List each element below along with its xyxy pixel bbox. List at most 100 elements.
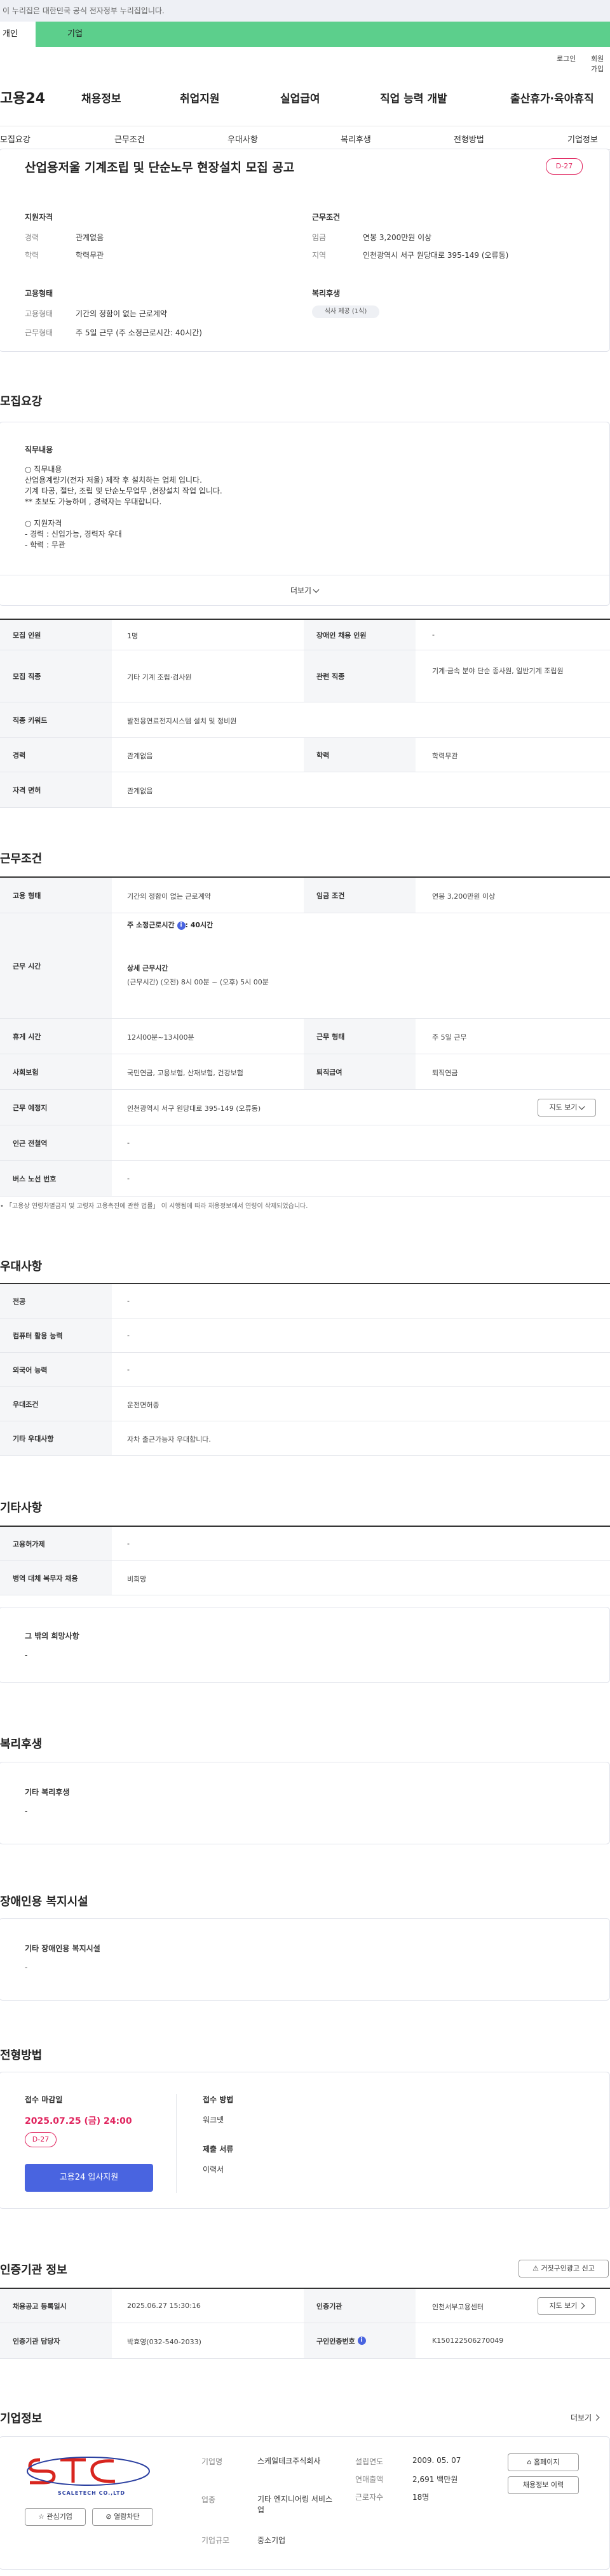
duty-line: ○ 직무내용 [25, 465, 62, 474]
table-row: 직종 키워드 발전용연료전지시스템 설치 및 정비원 [0, 702, 610, 738]
info-icon[interactable]: i [177, 921, 186, 930]
table-row: 사회보험 국민연금, 고용보험, 산재보험, 건강보험 퇴직급여 퇴직연금 [0, 1054, 610, 1090]
company-logo: SCALETECH CO.,LTD [25, 2455, 158, 2496]
selection-card: 접수 마감일 2025.07.25 (금) 24:00 D-27 고용24 입사… [0, 2072, 610, 2209]
table-header: 경력 [0, 738, 112, 772]
gnb-parental-leave[interactable]: 출산휴가·육아휴직 [510, 90, 594, 105]
table-header: 근무 시간 [0, 913, 112, 1018]
table-row: 병역 대체 복무자 채용 비희망 [0, 1561, 610, 1595]
table-header: 근무 예정지 [0, 1090, 112, 1125]
staff-key: 근로자수 [355, 2493, 384, 2502]
cond-key: 지역 [312, 251, 327, 260]
age-footnote-text: 「고용상 연령차별금지 및 고령자 고용촉진에 관한 법률」 이 시행됨에 따라… [6, 1203, 308, 1210]
table-cell: 2025.06.27 15:30:16 [127, 2302, 201, 2310]
table-header: 장애인 채용 인원 [304, 620, 416, 650]
duty-line: ○ 지원자격 [25, 519, 62, 528]
age-footnote: • 「고용상 연령차별금지 및 고령자 고용촉진에 관한 법률」 이 시행됨에 … [0, 1203, 308, 1210]
jobs-history-button[interactable]: 채용정보 이력 [508, 2476, 579, 2494]
job-title: 산업용저울 기계조립 및 단순노무 현장설치 모집 공고 [25, 161, 295, 175]
tab-personal[interactable]: 개인 [0, 22, 36, 47]
disability-card: 기타 장애인용 복지시설 - [0, 1918, 610, 2001]
docs-value: 이력서 [203, 2165, 224, 2174]
company-more-link[interactable]: 더보기 [571, 2412, 600, 2423]
table-header: 휴게 시간 [0, 1019, 112, 1054]
duty-card: 직무내용 ○ 직무내용 산업용계량기(전자 저울) 제작 후 설치하는 업체 입… [0, 422, 610, 606]
job-summary-card: 산업용저울 기계조립 및 단순노무 현장설치 모집 공고 D-27 지원자격 경… [0, 149, 610, 352]
dday-badge: D-27 [25, 2132, 57, 2147]
company-logo-subtext: SCALETECH CO.,LTD [57, 2490, 126, 2496]
agency-map-button[interactable]: 지도 보기 [538, 2297, 596, 2315]
nav-company[interactable]: 기업정보 [567, 133, 598, 145]
more-button[interactable]: 더보기 [0, 575, 609, 605]
gnb-unemployment-benefit[interactable]: 실업급여 [280, 90, 320, 105]
map-button-label: 지도 보기 [549, 1103, 578, 1111]
table-row: 외국어 능력 - [0, 1353, 610, 1387]
table-row: 인증기관 담당자 박효영(032-540-2033) 구인인증번호 i K150… [0, 2323, 610, 2359]
staff-value: 18명 [412, 2493, 430, 2502]
other-wish-value: - [25, 1651, 28, 1660]
nav-benefit[interactable]: 복리후생 [341, 133, 371, 145]
site-logo[interactable]: 고용24 [0, 87, 45, 107]
nav-recruit[interactable]: 모집요강 [0, 133, 30, 145]
emp-value: 주 5일 근무 (주 소정근로시간: 40시간) [76, 328, 202, 337]
table-header: 근무 형태 [304, 1019, 416, 1054]
table-header: 채용공고 등록일시 [0, 2289, 112, 2323]
tab-company[interactable]: 기업 [36, 22, 610, 47]
table-cell: 관계없음 [127, 752, 153, 760]
table-cell: - [127, 1365, 130, 1374]
table-header: 모집 직종 [0, 650, 112, 702]
table-header: 인증기관 [304, 2289, 416, 2323]
benefit-card: 기타 복리후생 - [0, 1762, 610, 1844]
section-title-workcond: 근무조건 [0, 852, 43, 866]
duty-content: ○ 직무내용 산업용계량기(전자 저울) 제작 후 설치하는 업체 입니다. 기… [25, 464, 222, 551]
section-title-pref: 우대사항 [0, 1260, 43, 1273]
duty-line [25, 507, 222, 518]
benefit-label: 기타 복리후생 [25, 1788, 70, 1797]
map-button[interactable]: 지도 보기 [538, 1099, 596, 1117]
table-row: 휴게 시간 12시00분~13시00분 근무 형태 주 5일 근무 [0, 1019, 610, 1054]
apply-button[interactable]: 고용24 입사지원 [25, 2164, 153, 2192]
section-title-benefit: 복리후생 [0, 1738, 43, 1751]
company-name-key: 기업명 [201, 2457, 223, 2466]
detail-hours-value: (근무시간) (오전) 8시 00분 ~ (오후) 5시 00분 [127, 978, 269, 986]
other-wish-label: 그 밖의 희망사항 [25, 1632, 79, 1640]
table-header: 고용 형태 [0, 878, 112, 913]
login-link[interactable]: 로그인 [557, 53, 576, 64]
table-cell: 인천서부고용센터 [432, 2303, 484, 2311]
gnb-jobs[interactable]: 채용정보 [81, 90, 121, 105]
report-button[interactable]: ⚠ 거짓구인광고 신고 [518, 2260, 609, 2277]
company-more-label: 더보기 [571, 2413, 592, 2422]
nav-selection[interactable]: 전형방법 [454, 133, 484, 145]
signup-link[interactable]: 회원가입 [591, 53, 610, 74]
sales-key: 연매출액 [355, 2475, 384, 2484]
cond-value: 인천광역시 서구 원당대로 395-149 (오류동) [363, 251, 509, 260]
nav-pref[interactable]: 우대사항 [227, 133, 258, 145]
company-size-value: 중소기업 [257, 2536, 286, 2545]
table-header: 자격 면허 [0, 772, 112, 807]
cert-label: 구인인증번호 [316, 2337, 355, 2345]
table-row: 기타 우대사항 자차 출근가능자 우대합니다. [0, 1421, 610, 1456]
table-header: 우대조건 [0, 1387, 112, 1421]
nav-workcond[interactable]: 근무조건 [114, 133, 145, 145]
table-header: 컴퓨터 활용 능력 [0, 1318, 112, 1352]
method-label: 접수 방법 [203, 2095, 234, 2104]
favorite-company-button[interactable]: ☆ 관심기업 [25, 2508, 86, 2526]
table-row: 모집 직종 기타 기계 조립·검사원 관련 직종 기계·금속 분야 단순 종사원… [0, 650, 610, 702]
star-icon: ☆ [38, 2512, 47, 2521]
founded-key: 설립연도 [355, 2457, 384, 2466]
homepage-button[interactable]: ⌂ 홈페이지 [508, 2453, 579, 2471]
gov-notice: 이 누리집은 대한민국 공식 전자정부 누리집입니다. [0, 0, 610, 22]
gnb-employment-support[interactable]: 취업지원 [180, 90, 220, 105]
cond-title: 근무조건 [312, 213, 341, 222]
table-header: 외국어 능력 [0, 1353, 112, 1386]
block-view-button[interactable]: ⊘ 열람차단 [92, 2508, 153, 2526]
company-name-value: 스케일테크주식회사 [257, 2457, 321, 2465]
info-icon[interactable]: i [357, 2337, 366, 2345]
table-header: 고용허가제 [0, 1527, 112, 1560]
chevron-down-icon [313, 586, 320, 593]
table-cell: 발전용연료전지시스템 설치 및 정비원 [127, 717, 237, 725]
table-cell: 기타 기계 조립·검사원 [127, 673, 192, 681]
table-row: 경력 관계없음 학력 학력무관 [0, 738, 610, 772]
gnb-job-training[interactable]: 직업 능력 개발 [380, 90, 447, 105]
disability-label: 기타 장애인용 복지시설 [25, 1944, 100, 1953]
